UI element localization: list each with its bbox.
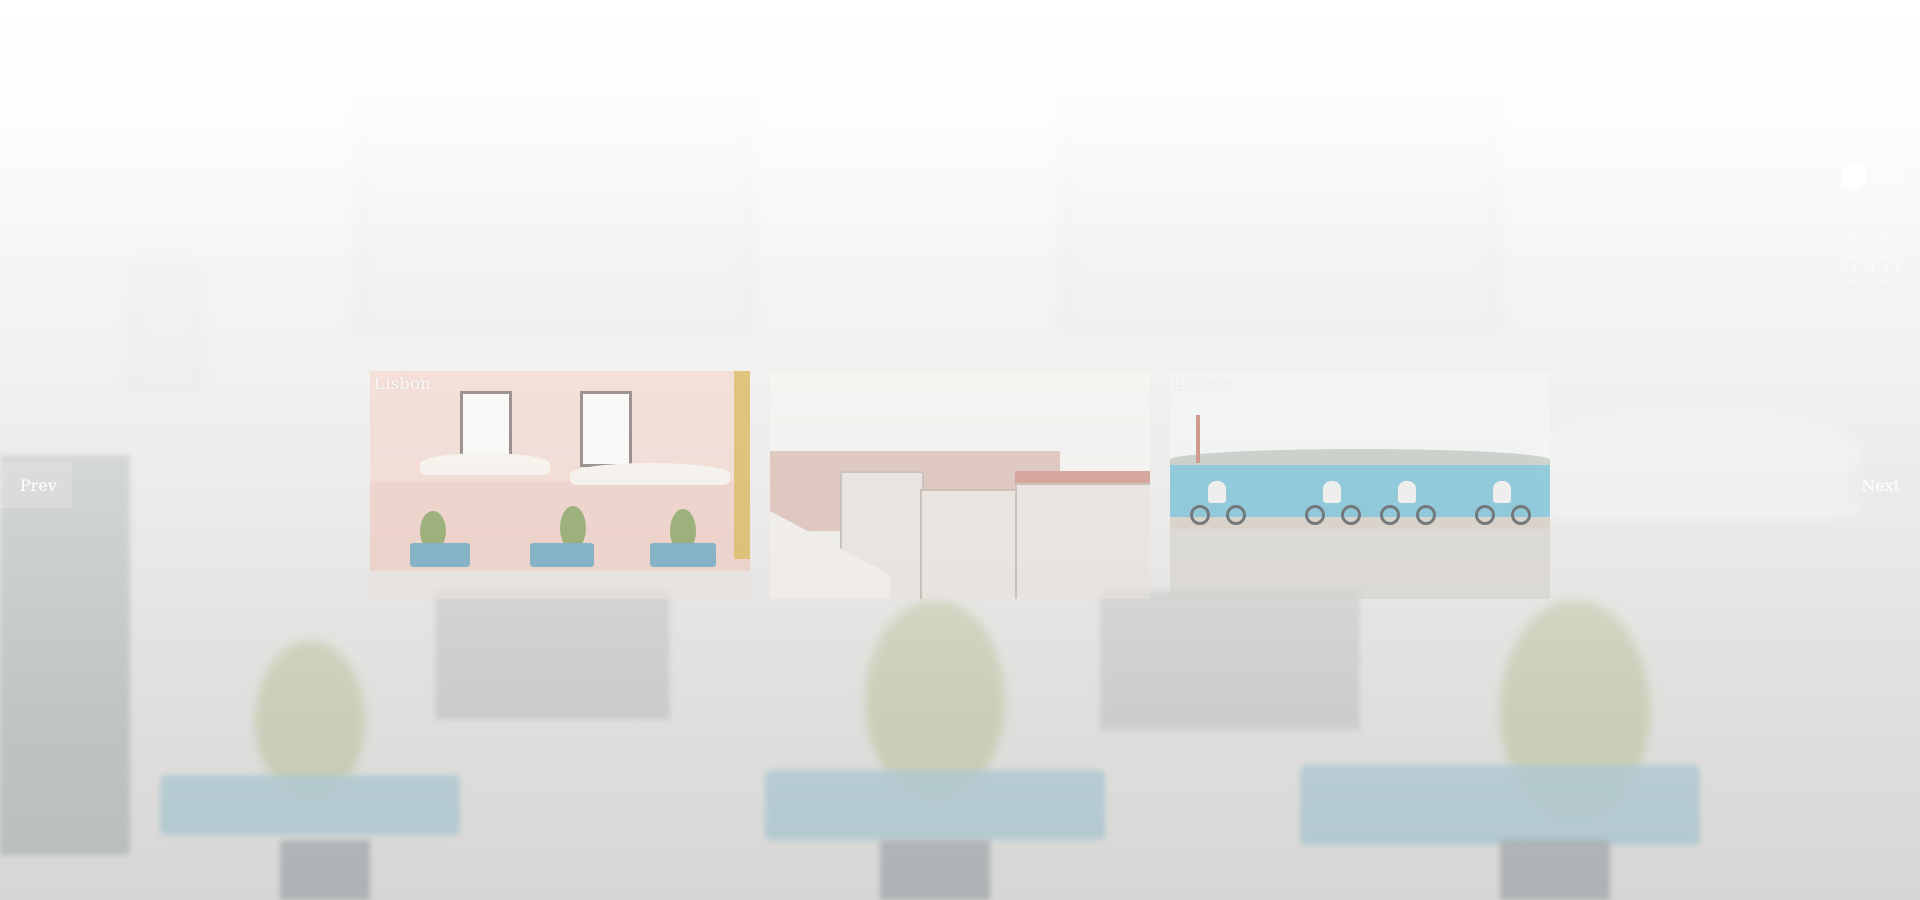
pager-dot[interactable]: 8 [1872, 225, 1898, 251]
pager-dot[interactable]: 9 [1841, 256, 1867, 282]
thumbnail-caption: Lisbon [374, 374, 432, 393]
gallery-thumbnail[interactable]: Lisbon [1170, 371, 1550, 599]
pager-dot[interactable] [1841, 163, 1867, 189]
gallery-thumbnail[interactable] [770, 371, 1150, 599]
pager-dot[interactable]: 7 [1872, 194, 1898, 220]
pager-dot[interactable]: 7 [1841, 194, 1867, 220]
pager-dot[interactable]: 5 [1872, 132, 1898, 158]
pager-dot[interactable]: 6 [1872, 163, 1898, 189]
prev-button[interactable]: Prev [0, 462, 72, 508]
pager-dot[interactable]: 8 [1841, 225, 1867, 251]
next-button[interactable]: Next [1848, 462, 1920, 508]
pagination-dots: 456778899 [1841, 101, 1898, 282]
image-gallery: Lisbon Lisbon [370, 371, 1550, 599]
pager-dot[interactable] [1841, 132, 1867, 158]
pager-dot[interactable]: 4 [1872, 101, 1898, 127]
gallery-thumbnail[interactable]: Lisbon [370, 371, 750, 599]
thumbnail-caption: Lisbon [1174, 374, 1232, 393]
pager-dot[interactable] [1841, 101, 1867, 127]
pager-dot[interactable]: 9 [1872, 256, 1898, 282]
